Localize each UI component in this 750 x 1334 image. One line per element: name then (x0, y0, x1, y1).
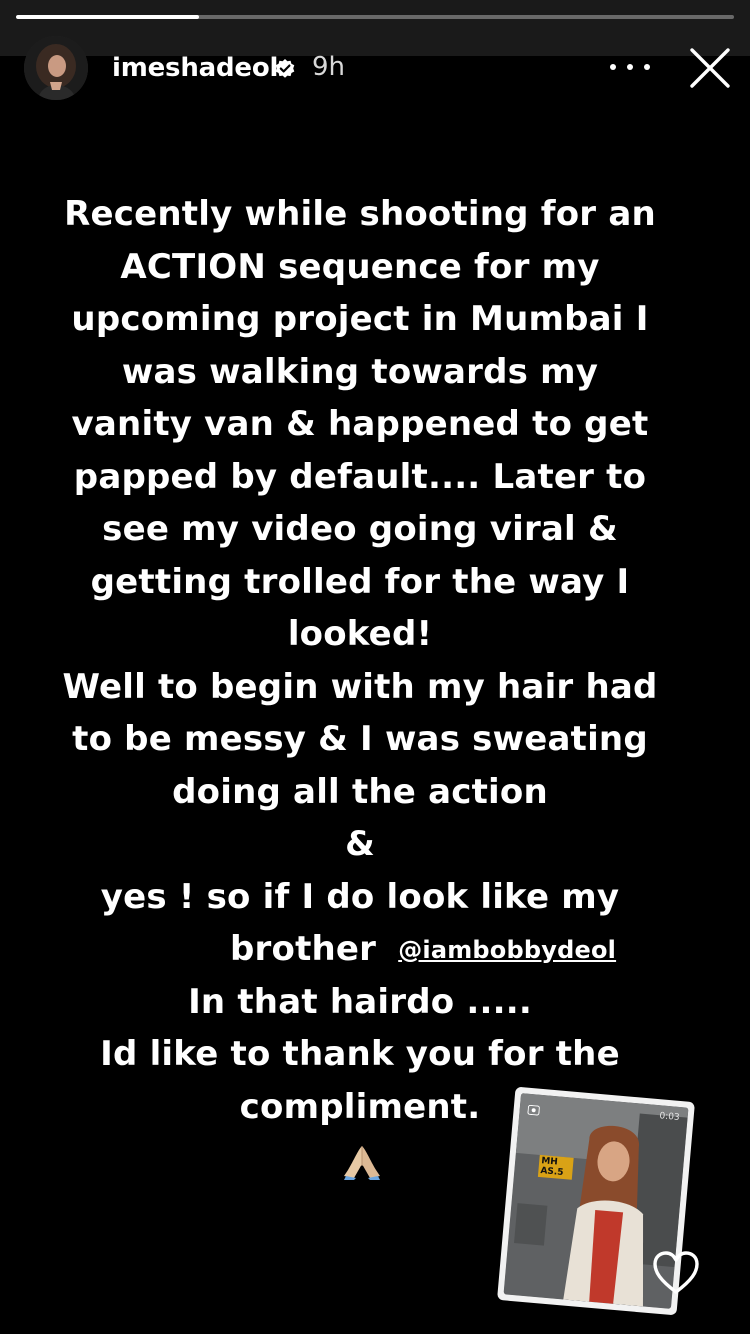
story-text-line: papped by default.... Later to (73, 456, 647, 497)
story-text-word: brother (230, 929, 377, 969)
story-text-line: & (345, 824, 375, 864)
more-options-icon[interactable] (610, 52, 650, 82)
avatar[interactable] (24, 36, 88, 100)
story-text-line: In that hairdo ..... (188, 981, 532, 1022)
story-text-line: Recently while shooting for an (64, 194, 656, 234)
close-icon[interactable] (686, 44, 734, 92)
like-heart-icon[interactable] (652, 1250, 700, 1296)
story-text-line: Id like to thank you for the (100, 1034, 620, 1074)
story-text-line: getting trolled for the way I (90, 561, 630, 602)
story-text-line: doing all the action (172, 771, 548, 812)
camera-icon (527, 1100, 541, 1116)
van-sign: MH AS.5 (537, 1154, 574, 1180)
more-dot (610, 64, 616, 70)
brother-line: brother @iambobbydeol (30, 923, 690, 976)
more-dot (644, 64, 650, 70)
story-progress-bar (16, 15, 734, 19)
story-text-line: ACTION sequence for my (120, 246, 600, 287)
more-dot (627, 64, 633, 70)
story-progress-fill (16, 15, 200, 19)
story-text-line: to be messy & I was sweating (72, 719, 648, 759)
story-text: Recently while shooting for an ACTION se… (30, 188, 690, 1133)
story-text-line: yes ! so if I do look like my (100, 876, 620, 917)
story-text-line: vanity van & happened to get (71, 404, 649, 444)
post-time: 9h (312, 52, 346, 82)
story-text-line: Well to begin with my hair had (62, 666, 658, 707)
story-text-line: was walking towards my (121, 351, 599, 392)
mention-link[interactable]: @iambobbydeol (398, 936, 616, 964)
story-text-line: looked! (287, 614, 433, 654)
username[interactable]: imeshadeol (112, 53, 278, 83)
video-time-label: 0:03 (658, 1111, 680, 1123)
story-text-line: see my video going viral & (102, 509, 618, 549)
story-text-line: upcoming project in Mumbai I (71, 299, 649, 339)
verified-badge-icon (274, 58, 296, 80)
story-header: imeshadeol 9h (0, 34, 750, 104)
folded-hands-emoji (340, 1140, 384, 1180)
